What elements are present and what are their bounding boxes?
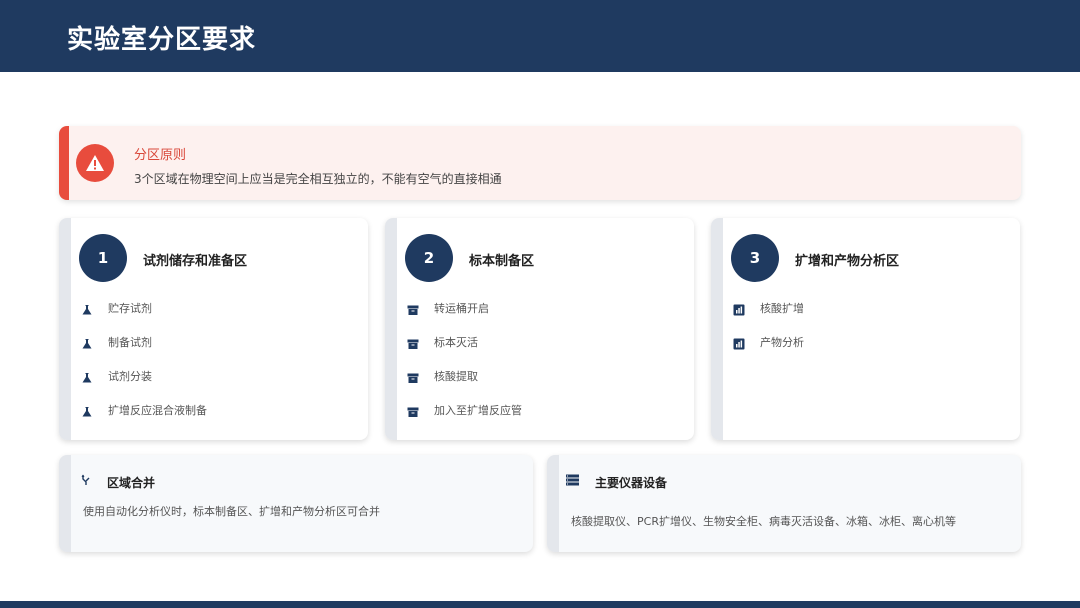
archive-box-icon [407,305,419,315]
archive-box-icon [407,339,419,349]
archive-box-icon [407,407,419,417]
page-title: 实验室分区要求 [67,25,257,55]
item-label: 制备试剂 [108,336,152,349]
bar-chart-icon [733,338,745,350]
zone-number-badge: 2 [405,234,453,282]
zone-card-specimen: 2 标本制备区 转运桶开启 标本灭活 核酸提取 加入至扩增反应管 [385,218,694,440]
card-stripe [385,218,397,440]
flask-icon [82,305,92,315]
equipment-info-box: 主要仪器设备 核酸提取仪、PCR扩增仪、生物安全柜、病毒灭活设备、冰箱、冰柜、离… [547,455,1021,552]
zone-card-reagent: 1 试剂储存和准备区 贮存试剂 制备试剂 试剂分装 扩增反应混合液制备 [59,218,368,440]
item-label: 转运桶开启 [434,302,489,315]
footer-bar [0,601,1080,608]
box-stripe [59,455,71,552]
card-stripe [59,218,71,440]
merge-title: 区域合并 [107,476,156,490]
flask-icon [82,339,92,349]
zone-number-badge: 3 [731,234,779,282]
alert-title: 分区原则 [134,148,187,163]
zone-title: 扩增和产物分析区 [795,254,900,269]
merge-info-box: 区域合并 使用自动化分析仪时，标本制备区、扩增和产物分析区可合并 [59,455,533,552]
item-label: 贮存试剂 [108,302,152,315]
equipment-text: 核酸提取仪、PCR扩增仪、生物安全柜、病毒灭活设备、冰箱、冰柜、离心机等 [571,515,956,528]
item-label: 加入至扩增反应管 [434,404,522,417]
item-label: 核酸扩增 [760,302,804,315]
zone-number-badge: 1 [79,234,127,282]
item-label: 标本灭活 [434,336,478,349]
flask-icon [82,373,92,383]
merge-text: 使用自动化分析仪时，标本制备区、扩增和产物分析区可合并 [83,505,380,518]
principle-alert: 分区原则 3个区域在物理空间上应当是完全相互独立的，不能有空气的直接相通 [59,126,1021,200]
card-stripe [711,218,723,440]
alert-text: 3个区域在物理空间上应当是完全相互独立的，不能有空气的直接相通 [134,172,502,186]
zone-title: 标本制备区 [469,254,535,269]
item-label: 产物分析 [760,336,804,349]
archive-box-icon [407,373,419,383]
item-label: 试剂分装 [108,370,152,383]
zone-title: 试剂储存和准备区 [143,254,248,269]
header-bar: 实验室分区要求 [0,0,1080,72]
list-icon [566,474,579,486]
bar-chart-icon [733,304,745,316]
alert-accent-stripe [59,126,69,200]
flask-icon [82,407,92,417]
item-label: 核酸提取 [434,370,478,383]
equipment-title: 主要仪器设备 [595,476,668,490]
warning-icon [76,144,114,182]
zone-card-amplification: 3 扩增和产物分析区 核酸扩增 产物分析 [711,218,1020,440]
item-label: 扩增反应混合液制备 [108,404,207,417]
box-stripe [547,455,559,552]
merge-icon [81,474,90,485]
